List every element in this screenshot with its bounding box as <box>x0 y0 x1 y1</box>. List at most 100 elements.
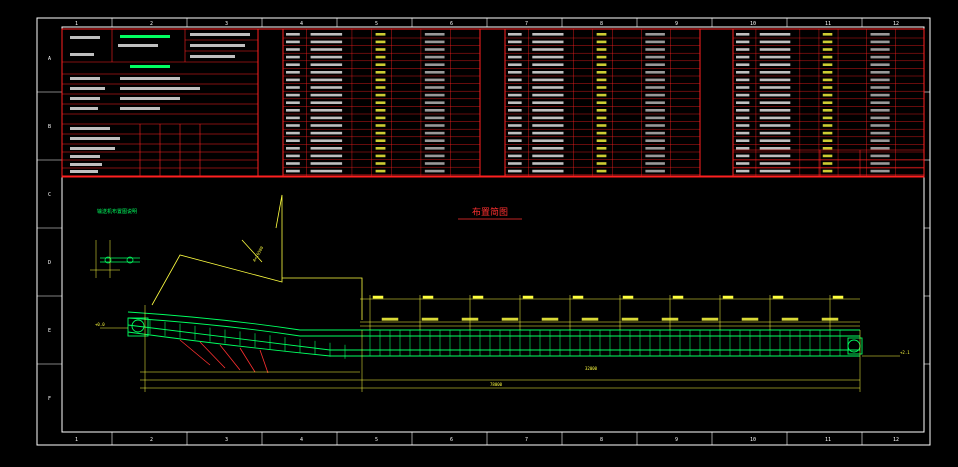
dim-tick-label <box>832 295 844 299</box>
parts-cell-text <box>870 33 890 36</box>
parts-cell-text <box>596 93 607 97</box>
parts-cell-text <box>736 154 750 158</box>
parts-cell-text <box>286 169 300 173</box>
dim-tick-label <box>422 295 434 299</box>
parts-cell-text <box>424 101 445 104</box>
parts-cell-text <box>759 93 791 97</box>
parts-cell-text <box>532 131 564 135</box>
parts-cell-text <box>822 55 833 59</box>
sheet-border <box>36 17 931 446</box>
parts-cell-text <box>645 78 665 82</box>
parts-cell-text <box>424 169 445 173</box>
parts-cell-text <box>822 109 833 112</box>
parts-cell-text <box>310 86 343 89</box>
parts-cell-text <box>508 33 522 36</box>
parts-cell-text <box>645 71 665 74</box>
parts-cell-text <box>310 93 343 97</box>
parts-cell-text <box>375 169 386 173</box>
parts-cell-text <box>286 71 300 74</box>
overall-length-label: 78000 <box>490 382 503 387</box>
dim-tick-label <box>672 295 684 299</box>
bottom-run-label: 32000 <box>585 366 598 371</box>
parts-cell-text <box>736 131 750 135</box>
left-level-label: +0.0 <box>95 322 105 327</box>
parts-cell-text <box>375 124 386 127</box>
parts-cell-text <box>596 124 607 127</box>
parts-cell-text <box>310 154 343 158</box>
parts-cell-text <box>822 71 833 74</box>
parts-cell-text <box>870 93 890 97</box>
parts-cell-text <box>532 48 564 51</box>
parts-cell-text <box>310 78 343 82</box>
parts-cell-text <box>870 40 890 44</box>
parts-cell-text <box>310 109 343 112</box>
col-num: 10 <box>750 21 756 27</box>
parts-cell-text <box>424 154 445 158</box>
parts-cell-text <box>759 109 791 112</box>
parts-cell-text <box>532 63 564 66</box>
parts-cell-text <box>596 48 607 51</box>
parts-cell-text <box>286 78 300 82</box>
cad-drawing-canvas[interactable]: 1 2 3 4 5 6 7 8 9 10 11 12 1 2 3 4 5 6 7… <box>0 0 958 467</box>
parts-cell-text <box>424 33 445 36</box>
parts-cell-text <box>375 131 386 135</box>
col-num: 6 <box>450 21 453 27</box>
parts-cell-text <box>508 101 522 104</box>
parts-cell-text <box>532 147 564 150</box>
parts-cell-text <box>736 169 750 173</box>
parts-cell-text <box>286 147 300 150</box>
parts-cell-text <box>596 116 607 120</box>
parts-cell-text <box>596 40 607 44</box>
parts-cell-text <box>870 131 890 135</box>
parts-cell-text <box>736 78 750 82</box>
parts-cell-text <box>736 55 750 59</box>
parts-cell-text <box>870 116 890 120</box>
parts-cell-text <box>645 139 665 142</box>
parts-cell-text <box>508 78 522 82</box>
right-level-label: +2.1 <box>900 350 910 355</box>
parts-cell-text <box>645 116 665 120</box>
dim-tick-label <box>522 295 534 299</box>
parts-cell-text <box>822 78 833 82</box>
parts-cell-text <box>736 40 750 44</box>
col-num: 4 <box>300 437 303 443</box>
dim-chain-label <box>621 317 639 321</box>
parts-cell-text <box>736 124 750 127</box>
parts-cell-text <box>286 162 300 165</box>
parts-cell-text <box>508 71 522 74</box>
parts-cell-text <box>822 124 833 127</box>
parts-cell-text <box>375 86 386 89</box>
parts-cell-text <box>508 169 522 173</box>
parts-cell-text <box>532 169 564 173</box>
col-num: 12 <box>893 437 899 443</box>
parts-cell-text <box>596 131 607 135</box>
parts-cell-text <box>645 93 665 97</box>
parts-cell-text <box>822 40 833 44</box>
parts-cell-text <box>870 162 890 165</box>
col-num: 5 <box>375 437 378 443</box>
parts-cell-text <box>286 139 300 142</box>
parts-cell-text <box>645 124 665 127</box>
parts-cell-text <box>870 78 890 82</box>
parts-cell-text <box>310 139 343 142</box>
parts-cell-text <box>424 86 445 89</box>
parts-cell-text <box>822 162 833 165</box>
col-num: 10 <box>750 437 756 443</box>
parts-cell-text <box>424 93 445 97</box>
col-num: 1 <box>75 21 78 27</box>
col-num: 8 <box>600 437 603 443</box>
parts-cell-text <box>645 55 665 59</box>
parts-cell-text <box>870 71 890 74</box>
parts-cell-text <box>375 147 386 150</box>
parts-cell-text <box>822 93 833 97</box>
col-num: 9 <box>675 21 678 27</box>
info-block-green <box>120 35 170 68</box>
parts-cell-text <box>736 33 750 36</box>
row-letter: E <box>48 328 51 334</box>
dim-tick-label <box>572 295 584 299</box>
parts-cell-text <box>532 86 564 89</box>
parts-cell-text <box>596 78 607 82</box>
parts-cell-text <box>424 71 445 74</box>
parts-cell-text <box>532 33 564 36</box>
row-letter: F <box>48 396 51 402</box>
